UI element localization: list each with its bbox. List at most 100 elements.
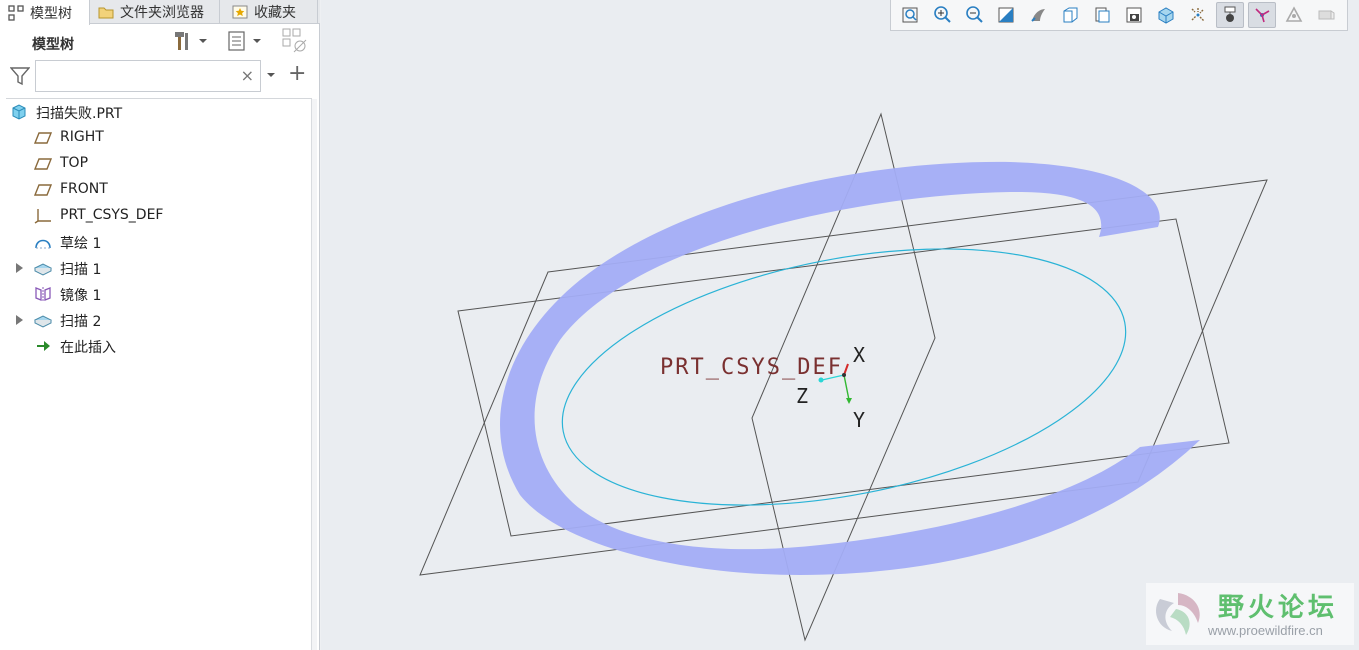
search-input[interactable] (40, 65, 236, 87)
csys-icon (34, 208, 52, 224)
axis-z-label: Z (796, 384, 808, 408)
chevron-down-icon (253, 39, 261, 43)
tree-item[interactable]: 扫描 1 (0, 255, 316, 281)
sweep-1-surface[interactable] (500, 161, 1200, 576)
datum-display-icon (1191, 8, 1205, 22)
datum-plane-icon (33, 156, 53, 172)
zoom-in-button[interactable] (928, 2, 956, 28)
settings-dropdown-button[interactable] (172, 30, 208, 52)
tree-header: 模型树 (0, 24, 318, 58)
navigator-tab-bar: 模型树 文件夹浏览器 收藏夹 (0, 0, 320, 25)
tree-title: 模型树 (32, 37, 74, 53)
sketch-icon (34, 234, 52, 250)
list-settings-icon (228, 31, 245, 51)
tree-item-label: PRT_CSYS_DEF (60, 207, 164, 223)
appearance-button[interactable] (1280, 2, 1308, 28)
zoom-out-icon (966, 6, 983, 23)
search-row: × + (0, 58, 318, 94)
tree-item-label: 扫描失败.PRT (36, 106, 123, 122)
tree-item-label: 镜像 1 (60, 288, 102, 304)
perspective-button[interactable] (1024, 2, 1052, 28)
tree-item-label: FRONT (60, 181, 108, 197)
section-button[interactable] (1152, 2, 1180, 28)
render-icon (1318, 10, 1335, 20)
part-icon (10, 104, 28, 120)
sweep-icon (33, 312, 53, 328)
hidden-items-icon (282, 28, 307, 53)
datum-plane-icon (33, 182, 53, 198)
axis-x-label: X (853, 343, 865, 367)
tree-item[interactable]: TOP (0, 151, 316, 177)
tree-item-label: TOP (60, 155, 89, 171)
saved-orientations-button[interactable] (1088, 2, 1116, 28)
model-tree-panel: 模型树 文件夹浏览器 收藏夹 模型树 × + 扫描失败.PRT RIGHT TO… (0, 0, 320, 650)
axis-y-label: Y (853, 408, 865, 432)
watermark-url: www.proewildfire.cn (1208, 623, 1323, 638)
repaint-button[interactable] (992, 2, 1020, 28)
tree-item-label: 扫描 2 (60, 314, 102, 330)
tab-label: 模型树 (30, 5, 72, 22)
repaint-icon (998, 7, 1014, 23)
tab-favorites[interactable]: 收藏夹 (224, 0, 318, 24)
tree-item[interactable]: PRT_CSYS_DEF (0, 203, 316, 229)
search-box: × (35, 60, 261, 92)
expand-triangle-icon[interactable] (16, 263, 23, 273)
tree-item[interactable]: 在此插入 (0, 333, 316, 359)
section-icon (1158, 7, 1174, 24)
refit-icon (902, 7, 918, 23)
tab-label: 收藏夹 (254, 5, 296, 21)
chevron-down-icon (199, 39, 207, 43)
datum-plane-icon (33, 130, 53, 146)
appearance-icon (1285, 6, 1303, 22)
tab-label: 文件夹浏览器 (120, 5, 204, 21)
model-viewport[interactable]: PRT_CSYS_DEF X Z Y (321, 0, 1359, 650)
search-history-chevron-down-icon[interactable] (266, 70, 276, 80)
refit-button[interactable] (896, 2, 924, 28)
render-button[interactable] (1312, 2, 1340, 28)
tools-icon (175, 32, 188, 50)
annotation-display-button[interactable] (1216, 2, 1244, 28)
saved-orientations-icon (1095, 7, 1110, 23)
graphics-toolbar (890, 0, 1348, 31)
expand-triangle-icon[interactable] (16, 315, 23, 325)
view-manager-button[interactable] (1120, 2, 1148, 28)
insert-here-arrow-icon (34, 338, 52, 354)
tree-item-label: RIGHT (60, 129, 104, 145)
tab-model-tree[interactable]: 模型树 (0, 0, 90, 25)
tree-item-label: 扫描 1 (60, 262, 102, 278)
csys-label: PRT_CSYS_DEF (660, 355, 843, 380)
forum-logo-icon (1156, 593, 1200, 635)
spin-center-icon (1255, 8, 1270, 23)
clear-search-icon[interactable]: × (241, 67, 254, 85)
folder-browser-icon (98, 7, 114, 19)
forum-watermark: 野火论坛 www.proewildfire.cn (1146, 583, 1354, 645)
zoom-in-icon (934, 6, 951, 23)
display-style-icon (1063, 7, 1078, 23)
tree-item[interactable]: 镜像 1 (0, 281, 316, 307)
show-dropdown-button[interactable] (226, 30, 262, 52)
annotation-display-icon (1224, 6, 1236, 22)
tree-item-label: 在此插入 (60, 340, 116, 356)
spin-center-button[interactable] (1248, 2, 1276, 28)
panel-splitter[interactable] (311, 99, 317, 650)
mirror-icon (34, 286, 52, 302)
graphics-window[interactable]: PRT_CSYS_DEF X Z Y 野火论坛 www.proewildfire… (321, 0, 1359, 650)
tree-item-label: 草绘 1 (60, 236, 102, 252)
model-tree-icon (8, 4, 24, 21)
tab-folder-browser[interactable]: 文件夹浏览器 (90, 0, 220, 24)
add-filter-button[interactable]: + (288, 62, 306, 86)
tree-item[interactable]: RIGHT (0, 125, 316, 151)
perspective-icon (1031, 9, 1045, 22)
tree-item[interactable]: 草绘 1 (0, 229, 316, 255)
tree-item[interactable]: 扫描 2 (0, 307, 316, 333)
tree-item[interactable]: 扫描失败.PRT (0, 99, 316, 125)
zoom-out-button[interactable] (960, 2, 988, 28)
display-style-button[interactable] (1056, 2, 1084, 28)
datum-display-button[interactable] (1184, 2, 1212, 28)
filter-visibility-button[interactable] (282, 28, 308, 53)
filter-icon[interactable] (10, 66, 30, 86)
view-manager-icon (1126, 7, 1142, 23)
tree-item[interactable]: FRONT (0, 177, 316, 203)
favorites-icon (232, 5, 248, 19)
watermark-title: 野火论坛 (1218, 593, 1339, 623)
